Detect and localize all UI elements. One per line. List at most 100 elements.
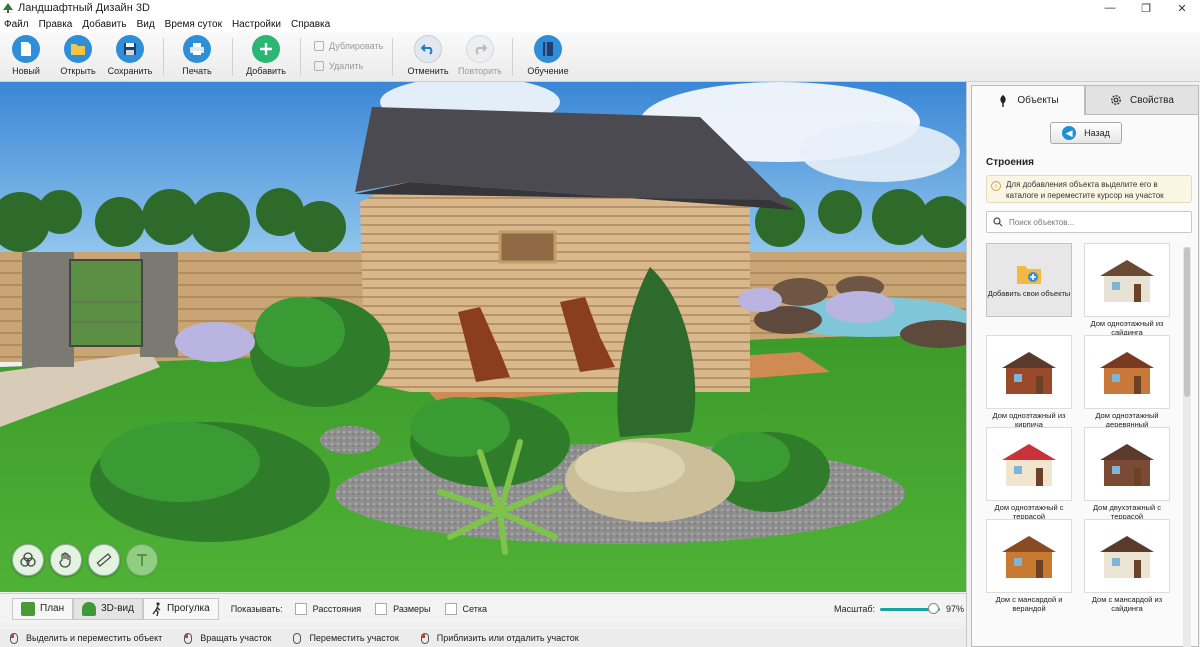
menu-file[interactable]: Файл [4,19,29,30]
scale-value: 97% [946,603,965,614]
toolbar: Новый Открыть Сохранить Печать Добавить … [0,32,1200,82]
folder-add-icon [1017,265,1041,284]
redo-arrow-icon [466,35,494,63]
maximize-button[interactable]: ❐ [1128,0,1164,16]
measure-button[interactable] [88,544,120,576]
text-tool-button[interactable] [126,544,158,576]
duplicate-icon [314,41,324,51]
house-thumbnail [1100,444,1154,486]
catalog-item[interactable]: Дом одноэтажный деревянный [1084,335,1170,429]
undo-button[interactable]: Отменить [400,35,456,79]
catalog-item[interactable]: Дом одноэтажный из сайдинга [1084,243,1170,337]
title-bar: Ландшафтный Дизайн 3D — ❐ ✕ [0,0,1200,16]
text-icon [137,554,147,566]
app-logo-icon [3,3,13,13]
add-own-objects-label: Добавить свои объекты [987,288,1071,298]
mouse-right-click-icon [184,632,193,644]
scale-slider-handle[interactable] [928,603,939,614]
sizes-label: Размеры [393,603,431,614]
catalog-scrollbar[interactable] [1183,247,1191,647]
hint-move: Переместить участок [293,632,399,644]
delete-button[interactable]: Удалить [314,61,363,71]
minimize-button[interactable]: — [1092,0,1128,16]
redo-button[interactable]: Повторить [452,35,508,79]
add-own-objects-card[interactable]: Добавить свои объекты [986,243,1072,317]
duplicate-button[interactable]: Дублировать [314,41,383,51]
add-button[interactable]: Добавить [238,35,294,79]
garden-scene[interactable] [0,82,966,592]
distances-label: Расстояния [312,603,362,614]
menu-help[interactable]: Справка [291,19,330,30]
catalog-item[interactable]: Дом одноэтажный из кирпича [986,335,1072,429]
distances-checkbox[interactable] [294,602,307,615]
hint-select: Выделить и переместить объект [10,632,162,644]
folder-icon [64,35,92,63]
toolbar-separator [512,38,513,76]
menu-settings[interactable]: Настройки [232,19,281,30]
catalog-item[interactable]: Дом с мансардой и верандой [986,519,1072,613]
hint-bar: Выделить и переместить объект Вращать уч… [0,629,966,647]
open-button[interactable]: Открыть [50,35,106,79]
view-bar: План 3D-вид Прогулка Показывать: Расстоя… [0,593,966,623]
save-button[interactable]: Сохранить [102,35,158,79]
printer-icon [183,35,211,63]
search-icon [993,217,1003,227]
catalog-item[interactable]: Дом с мансардой из сайдинга [1084,519,1170,613]
show-label: Показывать: [230,603,283,614]
mouse-scroll-icon [420,632,429,644]
walking-person-icon [152,601,161,616]
menu-time-of-day[interactable]: Время суток [165,19,222,30]
mouse-drag-icon [293,632,302,644]
hint-zoom: Приблизить или отдалить участок [420,632,579,644]
toolbar-separator [163,38,164,76]
hand-icon [59,552,71,568]
close-button[interactable]: ✕ [1164,0,1200,16]
section-title: Строения [986,157,1034,168]
search-input[interactable] [1009,217,1179,227]
tab-properties[interactable]: Свойства [1085,85,1199,115]
menu-add[interactable]: Добавить [82,19,126,30]
window-title: Ландшафтный Дизайн 3D [18,2,150,14]
undo-arrow-icon [414,35,442,63]
toolbar-separator [300,38,301,76]
hint-rotate: Вращать участок [184,632,271,644]
search-box [986,211,1192,233]
book-icon [534,35,562,63]
plus-icon [252,35,280,63]
select-objects-button[interactable] [12,544,44,576]
catalog-item-label: Дом с мансардой и верандой [995,595,1063,613]
menu-bar: Файл Правка Добавить Вид Время суток Нас… [0,16,1200,32]
info-hint: i Для добавления объекта выделите его в … [986,175,1192,203]
learn-button[interactable]: Обучение [520,35,576,79]
toolbar-separator [232,38,233,76]
tab-3d-view[interactable]: 3D-вид [73,597,143,620]
new-file-icon [12,35,40,63]
new-button[interactable]: Новый [0,35,54,79]
house-thumbnail [1100,352,1154,394]
tab-objects[interactable]: Объекты [971,85,1085,115]
scale-label: Масштаб: [834,603,876,614]
print-button[interactable]: Печать [169,35,225,79]
house-thumbnail [1100,260,1154,302]
3d-viewport[interactable] [0,82,966,592]
objects-icon [20,552,36,567]
tab-walk[interactable]: Прогулка [142,597,219,620]
tab-plan[interactable]: План [12,597,74,620]
house-thumbnail [1002,352,1056,394]
plan-icon [21,601,35,616]
catalog-item[interactable]: Дом одноэтажный с террасой [986,427,1072,521]
menu-view[interactable]: Вид [137,19,155,30]
sizes-checkbox[interactable] [375,602,388,615]
catalog-item[interactable]: Дом двухэтажный с террасой [1084,427,1170,521]
pan-button[interactable] [50,544,82,576]
back-button[interactable]: ◀ Назад [1050,122,1122,144]
tree-icon [82,601,97,616]
catalog-grid: Добавить свои объекты Дом одноэтажный из… [986,243,1182,647]
grid-checkbox[interactable] [444,602,457,615]
menu-edit[interactable]: Правка [39,19,73,30]
house-thumbnail [1002,444,1056,486]
toolbar-separator [392,38,393,76]
catalog-scrollbar-thumb[interactable] [1184,247,1190,397]
floppy-disk-icon [116,35,144,63]
gear-icon [1111,95,1121,105]
